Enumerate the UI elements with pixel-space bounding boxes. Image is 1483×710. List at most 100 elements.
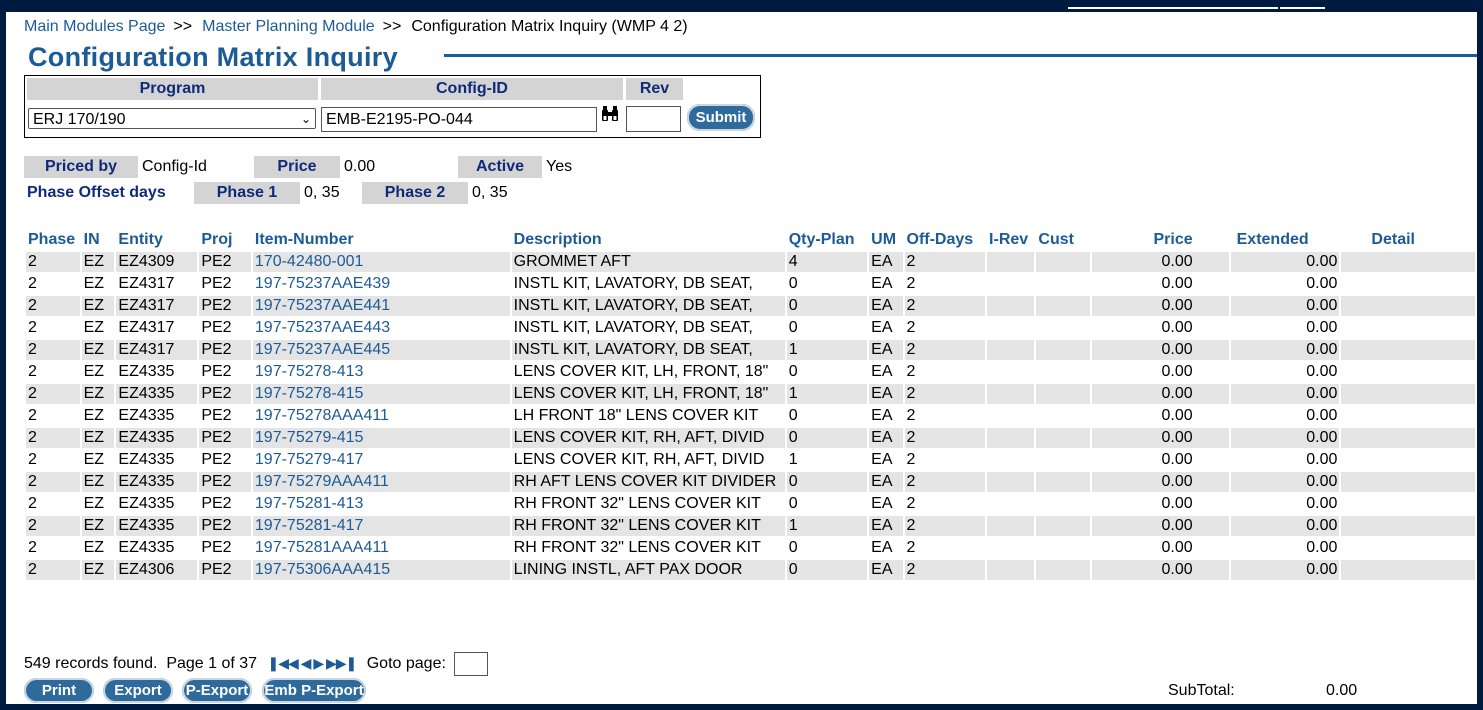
cell-description: GROMMET AFT (511, 252, 785, 272)
cell-entity: EZ4335 (118, 363, 175, 380)
cell-phase: 2 (26, 560, 80, 580)
breadcrumb-main-modules[interactable]: Main Modules Page (24, 18, 165, 35)
page-indicator: Page 1 of 37 (166, 655, 258, 673)
cell-phase: 2 (26, 252, 80, 272)
cell-entity: EZ4335 (116, 472, 198, 492)
table-row[interactable]: 2 EZ EZ4317 PE2 197-75237AAE445 INSTL KIT, LA… (26, 340, 1475, 360)
cell-i-rev (987, 428, 1035, 448)
table-row[interactable]: 2 EZ EZ4317 PE2 197-75237AAE443 INSTL KIT, LA… (26, 318, 1475, 338)
col-phase[interactable]: Phase (26, 230, 80, 250)
cell-qty-plan: 4 (786, 252, 868, 272)
submit-button[interactable]: Submit (687, 104, 755, 131)
cell-description: LENS COVER KIT, RH, AFT, DIVID (511, 428, 785, 448)
table-row[interactable]: 2 EZ EZ4309 PE2 170-42480-001 GROMMET AFT 4 EA 2… (26, 252, 1475, 272)
item-number-link[interactable]: 197-75281-417 (255, 517, 364, 534)
cell-in: EZ (83, 319, 105, 336)
cell-qty-plan: 0 (788, 539, 798, 556)
goto-page-input[interactable] (454, 652, 489, 676)
emb-p-export-button[interactable]: Emb P-Export (262, 678, 366, 703)
item-number-link[interactable]: 197-75237AAE439 (255, 275, 390, 292)
col-item-number[interactable]: Item-Number (253, 230, 510, 250)
col-description[interactable]: Description (512, 230, 785, 250)
print-button[interactable]: Print (24, 678, 94, 703)
cell-item-number: 197-75237AAE443 (253, 318, 510, 338)
p-export-button[interactable]: P-Export (182, 678, 252, 703)
page-content: Main Modules Page >> Master Planning Modul… (6, 12, 1477, 704)
cell-cust (1036, 252, 1091, 272)
table-row[interactable]: 2 EZ EZ4335 PE2 197-75279-417 LENS COVER KIT,… (26, 450, 1475, 470)
price-value: 0.00 (344, 158, 376, 175)
col-in[interactable]: IN (82, 230, 115, 250)
cell-entity: EZ4309 (116, 252, 198, 272)
cell-price: 0.00 (1092, 560, 1229, 580)
item-number-link[interactable]: 197-75278-415 (255, 385, 364, 402)
cell-off-days: 2 (904, 560, 986, 580)
item-number-link[interactable]: 197-75279AAA411 (255, 473, 389, 490)
cell-item-number: 197-75237AAE439 (253, 274, 510, 294)
table-row[interactable]: 2 EZ EZ4306 PE2 197-75306AAA415 LINING INSTL,… (26, 560, 1475, 580)
cell-price: 0.00 (1161, 451, 1193, 468)
prev-page-icon[interactable]: ◀ (301, 655, 312, 671)
item-number-link[interactable]: 197-75278AAA411 (255, 407, 389, 424)
col-um[interactable]: UM (869, 230, 902, 250)
item-number-link[interactable]: 197-75237AAE443 (255, 319, 390, 336)
cell-description: INSTL KIT, LAVATORY, DB SEAT, (511, 340, 785, 360)
cell-um: EA (871, 495, 893, 512)
cell-extended: 0.00 (1230, 296, 1340, 316)
cell-detail (1341, 384, 1475, 404)
records-count: 549 records found. (24, 655, 158, 673)
col-price[interactable]: Price (1092, 230, 1228, 250)
item-number-link[interactable]: 197-75237AAE441 (255, 297, 390, 314)
breadcrumb-current: Configuration Matrix Inquiry (WMP 4 2) (411, 18, 688, 35)
cell-description: RH FRONT 32" LENS COVER KIT (513, 495, 761, 512)
col-entity[interactable]: Entity (116, 230, 197, 250)
cell-phase: 2 (26, 472, 80, 492)
item-number-link[interactable]: 197-75281-413 (255, 495, 364, 512)
cell-extended: 0.00 (1230, 384, 1340, 404)
export-button[interactable]: Export (103, 678, 173, 703)
cell-item-number: 197-75281AAA411 (253, 538, 510, 558)
col-extended[interactable]: Extended (1231, 230, 1340, 250)
col-proj[interactable]: Proj (199, 230, 251, 250)
cell-i-rev (987, 274, 1034, 294)
table-row[interactable]: 2 EZ EZ4317 PE2 197-75237AAE441 INSTL KIT, LA… (26, 296, 1475, 316)
cell-i-rev (987, 384, 1035, 404)
item-number-link[interactable]: 197-75279-415 (255, 429, 364, 446)
item-number-link[interactable]: 197-75237AAE445 (255, 341, 390, 358)
item-number-link[interactable]: 170-42480-001 (255, 253, 364, 270)
cell-detail (1341, 340, 1475, 360)
col-detail[interactable]: Detail (1341, 230, 1475, 250)
table-row[interactable]: 2 EZ EZ4335 PE2 197-75281-417 RH FRONT 32" LE… (26, 516, 1475, 536)
table-row[interactable]: 2 EZ EZ4335 PE2 197-75278-415 LENS COVER KIT,… (26, 384, 1475, 404)
col-qty-plan[interactable]: Qty-Plan (787, 230, 867, 250)
col-cust[interactable]: Cust (1036, 230, 1090, 250)
cell-proj: PE2 (201, 275, 232, 292)
next-page-icon[interactable]: ▶ (313, 655, 324, 671)
table-row[interactable]: 2 EZ EZ4335 PE2 197-75281-413 RH FRONT 32" LE… (26, 494, 1475, 514)
table-row[interactable]: 2 EZ EZ4335 PE2 197-75281AAA411 RH FRONT 32" … (26, 538, 1475, 558)
first-page-icon[interactable]: ❚◀◀ (268, 655, 299, 671)
config-id-input[interactable]: EMB-E2195-PO-044 (321, 107, 597, 132)
item-number-link[interactable]: 197-75306AAA415 (255, 561, 390, 578)
rev-input[interactable] (626, 106, 681, 132)
item-number-link[interactable]: 197-75281AAA411 (255, 539, 389, 556)
pagination-controls: ❚◀◀ ◀ ▶ ▶▶❚ (268, 652, 358, 674)
table-row[interactable]: 2 EZ EZ4335 PE2 197-75278-413 LENS COVER KIT,… (26, 362, 1475, 382)
cell-um: EA (871, 275, 893, 292)
item-number-link[interactable]: 197-75278-413 (255, 363, 364, 380)
cell-off-days: 2 (906, 275, 916, 292)
col-i-rev[interactable]: I-Rev (987, 230, 1034, 250)
col-off-days[interactable]: Off-Days (905, 230, 986, 250)
item-number-link[interactable]: 197-75279-417 (255, 451, 364, 468)
breadcrumb-master-planning[interactable]: Master Planning Module (202, 18, 375, 35)
binoculars-icon[interactable] (600, 104, 620, 129)
table-row[interactable]: 2 EZ EZ4335 PE2 197-75279AAA411 RH AFT LENS C… (26, 472, 1475, 492)
table-row[interactable]: 2 EZ EZ4317 PE2 197-75237AAE439 INSTL KIT, LA… (26, 274, 1475, 294)
program-select[interactable]: ERJ 170/190 ⌄ (28, 108, 316, 129)
last-page-icon[interactable]: ▶▶❚ (326, 655, 357, 671)
table-row[interactable]: 2 EZ EZ4335 PE2 197-75279-415 LENS COVER KIT,… (26, 428, 1475, 448)
cell-um: EA (869, 252, 903, 272)
cell-proj: PE2 (199, 296, 251, 316)
cell-um: EA (869, 296, 903, 316)
table-row[interactable]: 2 EZ EZ4335 PE2 197-75278AAA411 LH FRONT 18" … (26, 406, 1475, 426)
